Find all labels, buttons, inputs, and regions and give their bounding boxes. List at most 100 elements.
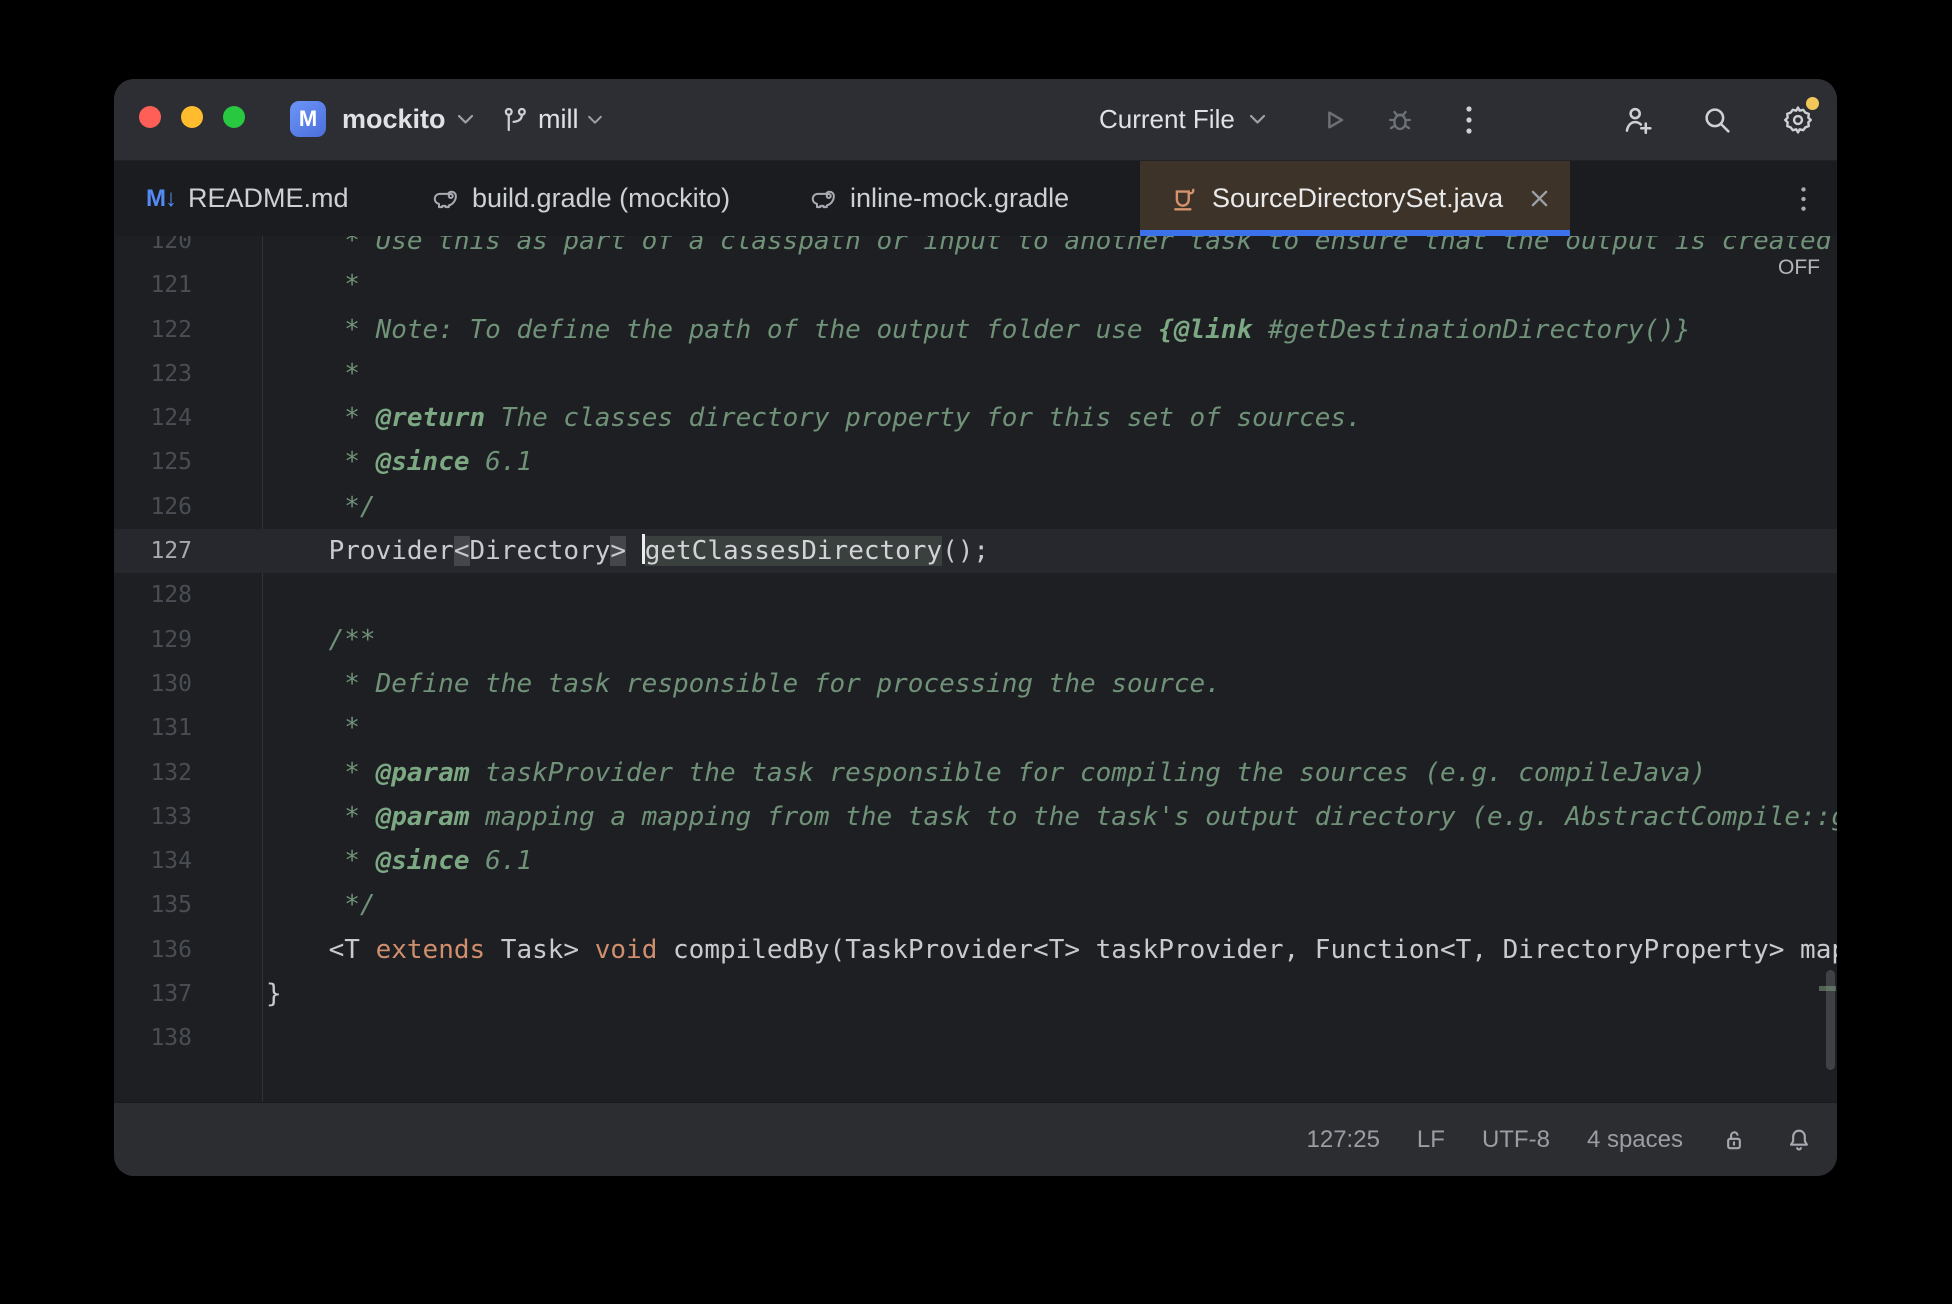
line-number[interactable]: 125 bbox=[114, 440, 262, 484]
code-line[interactable]: * Use this as part of a classpath or inp… bbox=[262, 236, 1831, 263]
editor-row: 127 Provider<Directory> getClassesDirect… bbox=[114, 529, 1837, 574]
editor-off-hint: OFF bbox=[1778, 256, 1820, 279]
java-class-cup-icon bbox=[1170, 184, 1200, 214]
caret-position-widget[interactable]: 127:25 bbox=[1307, 1126, 1380, 1154]
line-number[interactable]: 127 bbox=[114, 529, 262, 573]
line-number[interactable]: 124 bbox=[114, 396, 262, 440]
run-button[interactable] bbox=[1311, 97, 1357, 143]
code-line[interactable]: <T extends Task> void compiledBy(TaskPro… bbox=[262, 928, 1837, 972]
tab-label: inline-mock.gradle bbox=[850, 183, 1070, 213]
code-line[interactable]: } bbox=[262, 972, 282, 1016]
editor-row: 131 * bbox=[114, 706, 1837, 750]
line-number[interactable]: 123 bbox=[114, 352, 262, 396]
vertical-scrollbar-thumb[interactable] bbox=[1826, 970, 1835, 1070]
indent-widget[interactable]: 4 spaces bbox=[1587, 1126, 1683, 1154]
line-number[interactable]: 133 bbox=[114, 795, 262, 839]
line-number[interactable]: 126 bbox=[114, 485, 262, 529]
unlocked-padlock-icon[interactable] bbox=[1720, 1126, 1748, 1154]
settings-notification-badge bbox=[1806, 97, 1819, 110]
macos-minimize-button[interactable] bbox=[181, 106, 203, 128]
tab-inline-mock-gradle[interactable]: inline-mock.gradle bbox=[778, 161, 1140, 236]
editor-row: 135 */ bbox=[114, 883, 1837, 927]
tab-readme-md[interactable]: M↓ README.md bbox=[116, 161, 400, 236]
gradle-file-icon bbox=[430, 184, 460, 214]
project-name-label: mockito bbox=[342, 104, 446, 134]
status-bar: 127:25 LF UTF-8 4 spaces bbox=[114, 1102, 1837, 1176]
tab-label: SourceDirectorySet.java bbox=[1212, 183, 1504, 213]
code-editor[interactable]: 120 * Use this as part of a classpath or… bbox=[114, 236, 1837, 1102]
code-line[interactable]: */ bbox=[262, 485, 375, 529]
settings-gear-icon[interactable] bbox=[1775, 97, 1821, 143]
line-number[interactable]: 135 bbox=[114, 883, 262, 927]
notifications-bell-icon[interactable] bbox=[1785, 1126, 1813, 1154]
code-line[interactable]: * Define the task responsible for proces… bbox=[262, 662, 1221, 706]
code-line[interactable]: /** bbox=[262, 618, 376, 662]
line-number[interactable]: 136 bbox=[114, 928, 262, 972]
editor-row: 133 * @param mapping a mapping from the … bbox=[114, 795, 1837, 839]
vcs-branch-selector[interactable]: mill bbox=[500, 79, 603, 160]
editor-row: 130 * Define the task responsible for pr… bbox=[114, 662, 1837, 706]
code-line[interactable]: * @return The classes directory property… bbox=[262, 396, 1361, 440]
code-line[interactable]: * bbox=[262, 263, 360, 307]
markdown-file-icon: M↓ bbox=[146, 184, 177, 212]
code-line[interactable]: * bbox=[262, 706, 360, 750]
editor-row: 129 /** bbox=[114, 618, 1837, 662]
tab-sourcedirectoryset-java[interactable]: SourceDirectorySet.java bbox=[1140, 161, 1570, 236]
editor-row: 125 * @since 6.1 bbox=[114, 440, 1837, 484]
line-number[interactable]: 129 bbox=[114, 618, 262, 662]
git-branch-icon bbox=[500, 105, 530, 135]
line-number[interactable]: 122 bbox=[114, 308, 262, 352]
editor-rows: 120 * Use this as part of a classpath or… bbox=[114, 236, 1837, 1061]
line-number[interactable]: 120 bbox=[114, 236, 262, 263]
tab-close-icon[interactable] bbox=[1531, 190, 1548, 207]
line-number[interactable]: 128 bbox=[114, 573, 262, 617]
editor-row: 126 */ bbox=[114, 485, 1837, 529]
line-number[interactable]: 138 bbox=[114, 1016, 262, 1060]
more-actions-kebab-icon[interactable] bbox=[1446, 97, 1492, 143]
tab-list-kebab-icon[interactable] bbox=[1780, 176, 1826, 222]
line-ending-widget[interactable]: LF bbox=[1417, 1126, 1445, 1154]
line-number[interactable]: 131 bbox=[114, 706, 262, 750]
code-line[interactable]: * @param mapping a mapping from the task… bbox=[262, 795, 1837, 839]
editor-row: 122 * Note: To define the path of the ou… bbox=[114, 308, 1837, 352]
editor-row: 134 * @since 6.1 bbox=[114, 839, 1837, 883]
editor-row: 128 bbox=[114, 573, 1837, 617]
scrollbar-marker bbox=[1819, 986, 1836, 991]
code-line[interactable]: Provider<Directory> getClassesDirectory(… bbox=[262, 529, 989, 573]
debug-button[interactable] bbox=[1377, 97, 1423, 143]
code-line[interactable]: * Note: To define the path of the output… bbox=[262, 308, 1690, 352]
gradle-file-icon bbox=[808, 184, 838, 214]
line-number[interactable]: 132 bbox=[114, 751, 262, 795]
editor-row: 138 bbox=[114, 1016, 1837, 1060]
macos-close-button[interactable] bbox=[139, 106, 161, 128]
code-line[interactable] bbox=[262, 1016, 266, 1060]
line-number[interactable]: 137 bbox=[114, 972, 262, 1016]
macos-zoom-button[interactable] bbox=[223, 106, 245, 128]
search-everywhere-icon[interactable] bbox=[1694, 97, 1740, 143]
encoding-widget[interactable]: UTF-8 bbox=[1482, 1126, 1550, 1154]
line-number[interactable]: 134 bbox=[114, 839, 262, 883]
line-number[interactable]: 121 bbox=[114, 263, 262, 307]
project-selector[interactable]: mockito bbox=[342, 79, 474, 160]
code-line[interactable] bbox=[262, 573, 266, 617]
tab-label: build.gradle (mockito) bbox=[472, 183, 731, 213]
tab-build-gradle[interactable]: build.gradle (mockito) bbox=[400, 161, 778, 236]
code-line[interactable]: * @param taskProvider the task responsib… bbox=[262, 751, 1706, 795]
project-icon: M bbox=[290, 101, 326, 137]
tab-label: README.md bbox=[188, 183, 349, 213]
line-number[interactable]: 130 bbox=[114, 662, 262, 706]
chevron-down-icon bbox=[1249, 114, 1266, 125]
editor-row: 120 * Use this as part of a classpath or… bbox=[114, 236, 1837, 263]
code-with-me-user-add-icon[interactable] bbox=[1615, 97, 1661, 143]
code-line[interactable]: * bbox=[262, 352, 360, 396]
code-line[interactable]: */ bbox=[262, 883, 375, 927]
run-config-label: Current File bbox=[1099, 104, 1235, 134]
editor-row: 132 * @param taskProvider the task respo… bbox=[114, 751, 1837, 795]
branch-name-label: mill bbox=[538, 104, 579, 134]
code-line[interactable]: * @since 6.1 bbox=[262, 839, 532, 883]
run-configuration-selector[interactable]: Current File bbox=[1099, 79, 1266, 160]
chevron-down-icon bbox=[457, 114, 474, 125]
code-line[interactable]: * @since 6.1 bbox=[262, 440, 532, 484]
title-bar: M mockito mill Current File bbox=[114, 79, 1837, 161]
editor-row: 121 * bbox=[114, 263, 1837, 307]
